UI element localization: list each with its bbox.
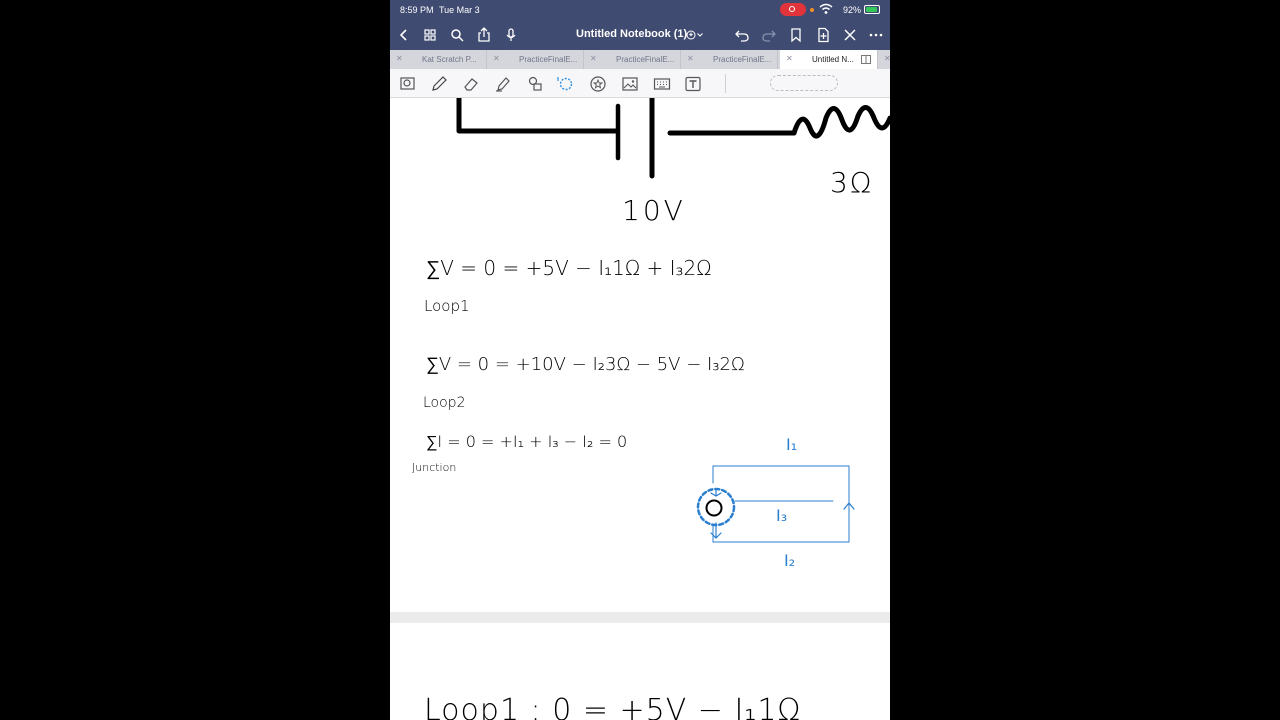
keyboard-icon[interactable] xyxy=(653,75,671,93)
tab-close-icon[interactable]: ✕ xyxy=(786,54,793,63)
mic-indicator-icon xyxy=(810,8,814,12)
tab-practice-final-3[interactable]: ✕ PracticeFinalE... xyxy=(681,50,778,69)
close-icon[interactable] xyxy=(842,27,858,43)
toolbar-divider xyxy=(725,74,726,93)
equation-junction-subscript: Junction xyxy=(412,461,457,474)
battery-icon xyxy=(864,5,880,14)
tab-label: PracticeFinalE... xyxy=(713,55,772,64)
sticker-icon[interactable] xyxy=(589,75,607,93)
equation-loop1: ∑V = 0 = +5V − I₁1Ω + I₃2Ω xyxy=(426,256,712,280)
chevron-down-icon[interactable] xyxy=(696,31,704,39)
equation-loop1-subscript: Loop1 xyxy=(424,297,470,315)
text-icon[interactable] xyxy=(684,75,702,93)
page-divider xyxy=(390,612,890,623)
diagram-i2-label: I₂ xyxy=(784,551,796,570)
tab-label: Untitled N... xyxy=(812,55,854,64)
eraser-icon[interactable] xyxy=(462,75,480,93)
status-bar: 8:59 PM Tue Mar 3 92% xyxy=(390,0,890,20)
share-icon[interactable] xyxy=(476,27,492,43)
back-chevron-icon[interactable] xyxy=(396,27,412,43)
tab-label: PracticeFinalE... xyxy=(519,55,578,64)
search-icon[interactable] xyxy=(449,27,465,43)
status-date: Tue Mar 3 xyxy=(439,5,480,15)
battery-percent: 92% xyxy=(843,5,862,15)
more-icon[interactable] xyxy=(868,27,884,43)
tab-close-icon[interactable]: ✕ xyxy=(687,54,694,63)
equation-junction: ∑I = 0 = +I₁ + I₃ − I₂ = 0 xyxy=(426,432,628,451)
circuit-sketch xyxy=(456,98,890,179)
tab-close-icon[interactable]: ✕ xyxy=(396,54,403,63)
notebook-title[interactable]: Untitled Notebook (1) xyxy=(576,28,687,40)
diagram-i1-label: I₁ xyxy=(786,435,798,454)
pen-preset-slot[interactable] xyxy=(770,75,838,91)
notebook-page[interactable]: 10V 3Ω ∑V = 0 = +5V − I₁1Ω + I₃2Ω Loop1 … xyxy=(390,98,890,612)
zoom-icon[interactable] xyxy=(399,75,417,93)
tablet-screen: 8:59 PM Tue Mar 3 92% Untitled Notebook … xyxy=(390,0,890,720)
add-page-icon[interactable] xyxy=(815,27,831,43)
equation-loop2-subscript: Loop2 xyxy=(423,395,466,411)
bookmark-icon[interactable] xyxy=(788,27,804,43)
highlighter-icon[interactable] xyxy=(494,75,512,93)
nav-bar: Untitled Notebook (1) xyxy=(390,20,890,50)
undo-icon[interactable] xyxy=(734,27,750,43)
wifi-icon xyxy=(819,3,833,14)
resistor-label: 3Ω xyxy=(830,166,874,199)
tab-close-icon[interactable]: ✕ xyxy=(590,54,597,63)
page2-equation: Loop1 : 0 = +5V − I₁1Ω xyxy=(424,693,802,720)
tab-close-icon[interactable]: ✕ xyxy=(493,54,500,63)
junction-node xyxy=(705,499,723,517)
pen-icon[interactable] xyxy=(430,75,448,93)
microphone-icon[interactable] xyxy=(503,27,519,43)
tab-untitled-notebook[interactable]: ✕ Untitled N... xyxy=(780,50,878,69)
tab-label: Kat Scratch P... xyxy=(422,55,477,64)
drawing-toolbar xyxy=(390,69,890,98)
tab-practice-final-1[interactable]: ✕ PracticeFinalE... xyxy=(487,50,584,69)
equation-loop2: ∑V = 0 = +10V − I₂3Ω − 5V − I₃2Ω xyxy=(426,354,745,375)
tab-close-icon[interactable]: ✕ xyxy=(884,54,890,63)
diagram-i3-label: I₃ xyxy=(776,506,788,525)
image-icon[interactable] xyxy=(621,75,639,93)
status-time: 8:59 PM xyxy=(400,5,434,15)
shapes-icon[interactable] xyxy=(526,75,544,93)
screen-record-icon xyxy=(780,3,806,16)
tab-kat-scratch[interactable]: ✕ Kat Scratch P... xyxy=(390,50,487,69)
tab-bar: ✕ Kat Scratch P... ✕ PracticeFinalE... ✕… xyxy=(390,50,890,69)
tab-practice-final-2[interactable]: ✕ PracticeFinalE... xyxy=(584,50,681,69)
tab-label: PracticeFinalE... xyxy=(616,55,675,64)
grid-icon[interactable] xyxy=(422,27,438,43)
lasso-icon[interactable] xyxy=(556,75,574,93)
voltage-label: 10V xyxy=(622,194,686,227)
split-view-icon[interactable] xyxy=(861,55,871,64)
sync-icon xyxy=(686,30,696,40)
notebook-page-2[interactable]: Loop1 : 0 = +5V − I₁1Ω xyxy=(390,623,890,720)
redo-icon[interactable] xyxy=(761,27,777,43)
